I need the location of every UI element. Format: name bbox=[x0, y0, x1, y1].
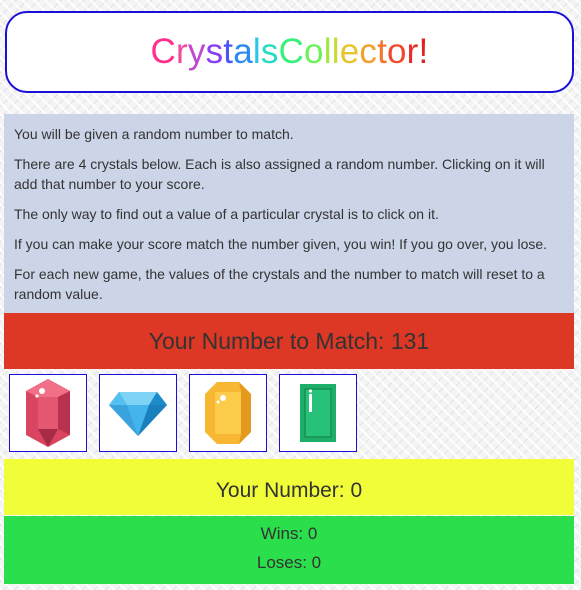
title-letter: r bbox=[176, 32, 188, 71]
title-letter: ! bbox=[418, 32, 429, 71]
instruction-text: There are 4 crystals below. Each is also… bbox=[14, 156, 545, 192]
title-letter: s bbox=[260, 32, 279, 71]
blue-diamond-icon bbox=[109, 392, 167, 436]
title-letter: r bbox=[406, 32, 419, 71]
crystal-button-red[interactable] bbox=[9, 374, 87, 452]
current-score-panel: Your Number: 0 bbox=[4, 459, 574, 515]
title-letter: t bbox=[377, 32, 387, 71]
title-letter: s bbox=[205, 32, 224, 71]
wins-counter: Wins: 0 bbox=[260, 524, 318, 543]
target-number-label: Your Number to Match: 131 bbox=[148, 327, 430, 354]
instruction-text: For each new game, the values of the cry… bbox=[14, 266, 545, 302]
title-letter: o bbox=[304, 32, 324, 71]
title-letter: C bbox=[278, 32, 305, 71]
page-title: Crystals Collector! bbox=[151, 32, 429, 72]
losses-counter: Loses: 0 bbox=[256, 553, 322, 572]
title-letter: o bbox=[387, 32, 407, 71]
current-score-label: Your Number: 0 bbox=[215, 479, 363, 502]
instruction-text: The only way to find out a value of a pa… bbox=[14, 206, 439, 222]
title-letter: c bbox=[359, 32, 378, 71]
crystal-button-yellow[interactable] bbox=[189, 374, 267, 452]
red-gem-icon bbox=[26, 379, 70, 447]
title-letter: y bbox=[187, 32, 206, 71]
title-letter: a bbox=[233, 32, 253, 71]
instruction-text: You will be given a random number to mat… bbox=[14, 126, 294, 142]
crystal-button-green[interactable] bbox=[279, 374, 357, 452]
title-letter: l bbox=[331, 32, 340, 71]
target-number-panel: Your Number to Match: 131 bbox=[4, 313, 574, 369]
title-letter: l bbox=[323, 32, 332, 71]
crystal-button-blue[interactable] bbox=[99, 374, 177, 452]
title-letter: C bbox=[150, 32, 176, 71]
green-emerald-icon bbox=[300, 384, 336, 442]
header-panel: Crystals Collector! bbox=[5, 11, 574, 93]
instruction-text: If you can make your score match the num… bbox=[14, 236, 548, 252]
title-letter: t bbox=[223, 32, 234, 71]
title-letter: e bbox=[339, 32, 360, 71]
yellow-gem-icon bbox=[205, 382, 251, 444]
title-letter: l bbox=[252, 32, 261, 71]
instructions-panel: You will be given a random number to mat… bbox=[4, 114, 574, 318]
win-loss-panel: Wins: 0 Loses: 0 bbox=[4, 516, 574, 584]
